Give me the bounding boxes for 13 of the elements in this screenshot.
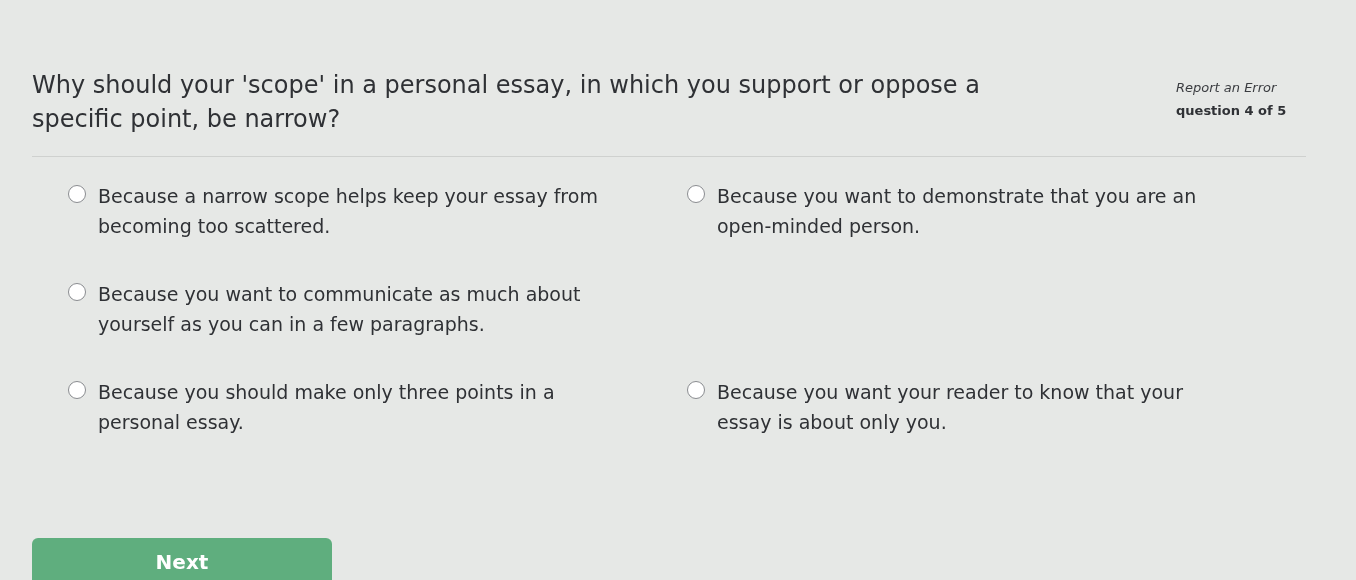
radio-button[interactable] (687, 381, 705, 399)
answer-option[interactable]: Because you should make only three points in a personal essay. (98, 377, 608, 437)
answer-option[interactable]: Because you want to communicate as much about yourself as you can in a few paragraphs. (98, 279, 608, 339)
radio-button[interactable] (68, 381, 86, 399)
report-error-link[interactable]: Report an Error (1176, 80, 1306, 95)
answer-option[interactable]: Because a narrow scope helps keep your essay from becoming too scattered. (98, 181, 608, 241)
question-counter: question 4 of 5 (1176, 103, 1288, 118)
radio-button[interactable] (687, 185, 705, 203)
question-text: Why should your 'scope' in a personal essay, in which you support or oppose a specific point, be narrow? (32, 70, 981, 135)
radio-button[interactable] (68, 283, 86, 301)
radio-button[interactable] (68, 185, 86, 203)
answer-option[interactable]: Because you want your reader to know that your essay is about only you. (717, 377, 1227, 437)
answer-option[interactable]: Because you want to demonstrate that you are an open-minded person. (717, 181, 1227, 241)
